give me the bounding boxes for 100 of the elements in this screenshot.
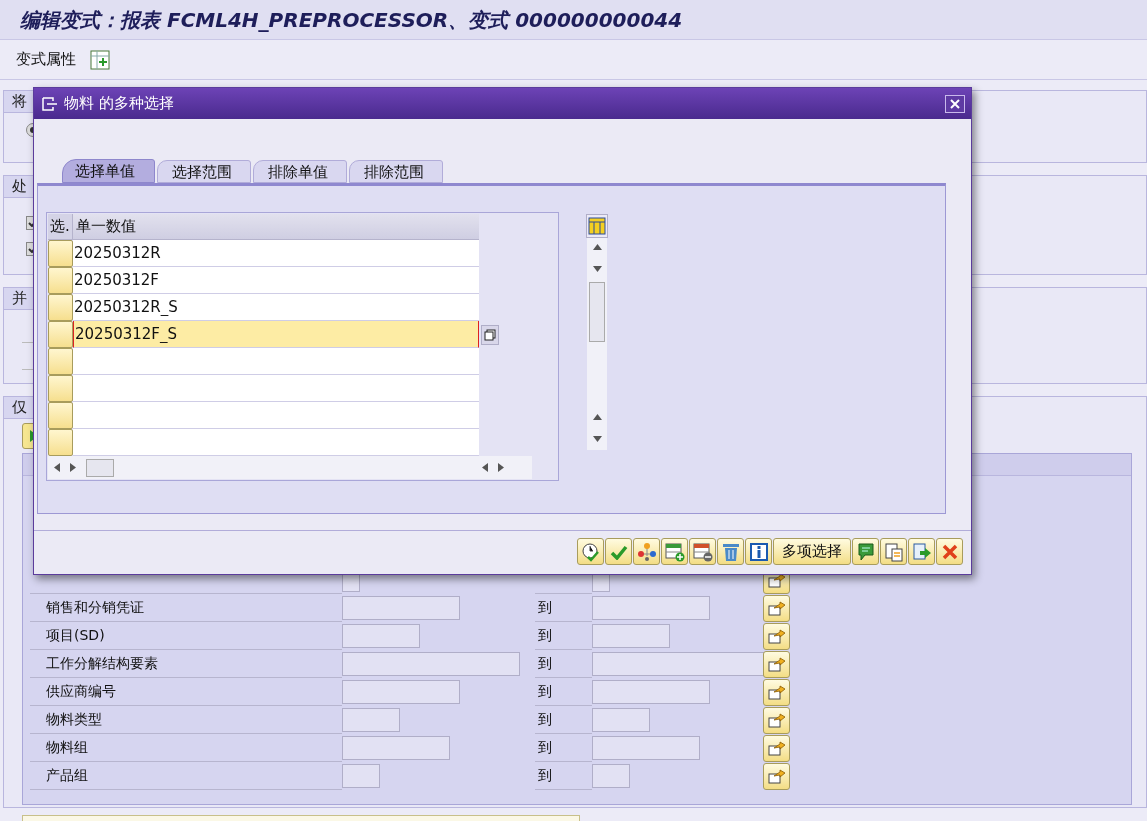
value-cell[interactable] <box>73 375 479 402</box>
multiple-selection-button[interactable] <box>763 594 790 622</box>
value-cell[interactable]: 20250312F <box>73 267 479 294</box>
delete-button[interactable] <box>717 538 744 565</box>
import-icon <box>911 541 932 562</box>
close-icon <box>950 98 960 109</box>
row-selector[interactable] <box>48 402 73 429</box>
scroll-right-icon[interactable] <box>498 463 504 472</box>
value-cell[interactable] <box>73 429 479 456</box>
value-cell[interactable]: 20250312R <box>73 240 479 267</box>
row-selector[interactable] <box>48 294 73 321</box>
confirm-button[interactable] <box>605 538 632 565</box>
window-title: 编辑变式：报表 FCML4H_PREPROCESSOR、变式 000000000044 <box>20 6 683 34</box>
arrow-into-box-icon <box>767 628 786 644</box>
cancel-button[interactable] <box>936 538 963 565</box>
column-settings-button[interactable] <box>586 214 608 238</box>
table-add-icon[interactable] <box>90 49 110 70</box>
to-label: 到 <box>538 598 552 617</box>
speech-bubble-icon <box>856 541 875 562</box>
column-header: 单一数值 <box>73 214 479 240</box>
multiple-selection-button[interactable] <box>763 734 790 762</box>
value-cell[interactable] <box>73 402 479 429</box>
tab[interactable]: 排除单值 <box>253 160 347 183</box>
from-field[interactable] <box>342 680 460 704</box>
scroll-thumb[interactable] <box>589 282 605 342</box>
row-selector[interactable] <box>48 321 73 348</box>
to-field[interactable] <box>592 624 670 648</box>
multiple-selection-button[interactable] <box>763 622 790 650</box>
to-field[interactable] <box>592 708 650 732</box>
paste-button[interactable] <box>880 538 907 565</box>
field-label: 物料类型 <box>46 710 102 729</box>
to-field[interactable] <box>592 736 700 760</box>
from-field[interactable] <box>342 764 380 788</box>
horizontal-scrollbar[interactable] <box>48 456 532 479</box>
row-selector[interactable] <box>48 429 73 456</box>
scroll-down-icon[interactable] <box>592 436 602 442</box>
clipboard-icon <box>883 541 904 562</box>
variant-attributes-button[interactable]: 变式属性 <box>16 48 76 71</box>
info-icon <box>749 542 768 561</box>
scroll-up-icon[interactable] <box>592 414 602 420</box>
to-label: 到 <box>538 738 552 757</box>
field-label: 工作分解结构要素 <box>46 654 158 673</box>
scroll-right-icon[interactable] <box>70 463 76 472</box>
trash-icon <box>721 541 740 562</box>
tab[interactable]: 选择单值 <box>62 159 155 183</box>
dialog-title: 物料 的多种选择 <box>64 93 174 115</box>
value-cell[interactable] <box>73 348 479 375</box>
info-button[interactable] <box>745 538 772 565</box>
multiple-selection-button[interactable] <box>763 762 790 790</box>
scroll-thumb[interactable] <box>86 458 114 477</box>
copy-icon <box>484 328 496 341</box>
multi-select-button[interactable]: 多项选择 <box>773 538 851 565</box>
comment-button[interactable] <box>852 538 879 565</box>
field-label: 供应商编号 <box>46 682 116 701</box>
multiple-selection-button[interactable] <box>763 678 790 706</box>
close-button[interactable] <box>945 94 965 113</box>
to-field[interactable] <box>592 596 710 620</box>
insert-row-button[interactable] <box>661 538 688 565</box>
to-label: 到 <box>538 766 552 785</box>
from-field[interactable] <box>342 708 400 732</box>
row-selector[interactable] <box>48 348 73 375</box>
copy-button[interactable] <box>481 324 499 345</box>
scroll-left-icon[interactable] <box>54 463 60 472</box>
tab[interactable]: 选择范围 <box>157 160 251 183</box>
arrow-into-box-icon <box>767 768 786 784</box>
from-field[interactable] <box>342 624 420 648</box>
field-label: 项目(SD) <box>46 626 105 645</box>
window-icon <box>42 96 58 111</box>
field-label: 销售和分销凭证 <box>46 598 144 617</box>
check-icon <box>609 543 628 560</box>
row-selector[interactable] <box>48 267 73 294</box>
scroll-left-icon[interactable] <box>482 463 488 472</box>
from-field[interactable] <box>342 736 450 760</box>
remove-row-icon <box>692 541 713 562</box>
clock-check-icon <box>580 541 601 562</box>
network-icon <box>636 541 657 562</box>
vertical-scrollbar[interactable] <box>587 238 607 450</box>
to-field[interactable] <box>592 680 710 704</box>
value-cell[interactable]: 20250312F_S <box>73 321 479 348</box>
from-field[interactable] <box>342 652 520 676</box>
close-icon <box>941 543 958 560</box>
columns-icon <box>588 217 606 235</box>
import-button[interactable] <box>908 538 935 565</box>
from-field[interactable] <box>342 596 460 620</box>
execute-button[interactable] <box>577 538 604 565</box>
field-label: 产品组 <box>46 766 88 785</box>
value-cell[interactable]: 20250312R_S <box>73 294 479 321</box>
arrow-into-box-icon <box>767 740 786 756</box>
scroll-down-icon[interactable] <box>592 266 602 272</box>
scroll-up-icon[interactable] <box>592 244 602 250</box>
delete-row-button[interactable] <box>689 538 716 565</box>
multiple-selection-button[interactable] <box>763 706 790 734</box>
to-field[interactable] <box>592 764 630 788</box>
section-title: 将 <box>12 91 27 113</box>
hierarchy-button[interactable] <box>633 538 660 565</box>
row-selector[interactable] <box>48 375 73 402</box>
section-title: 并 <box>12 288 27 310</box>
section-title: 处 <box>12 176 27 198</box>
tab[interactable]: 排除范围 <box>349 160 443 183</box>
row-selector[interactable] <box>48 240 73 267</box>
